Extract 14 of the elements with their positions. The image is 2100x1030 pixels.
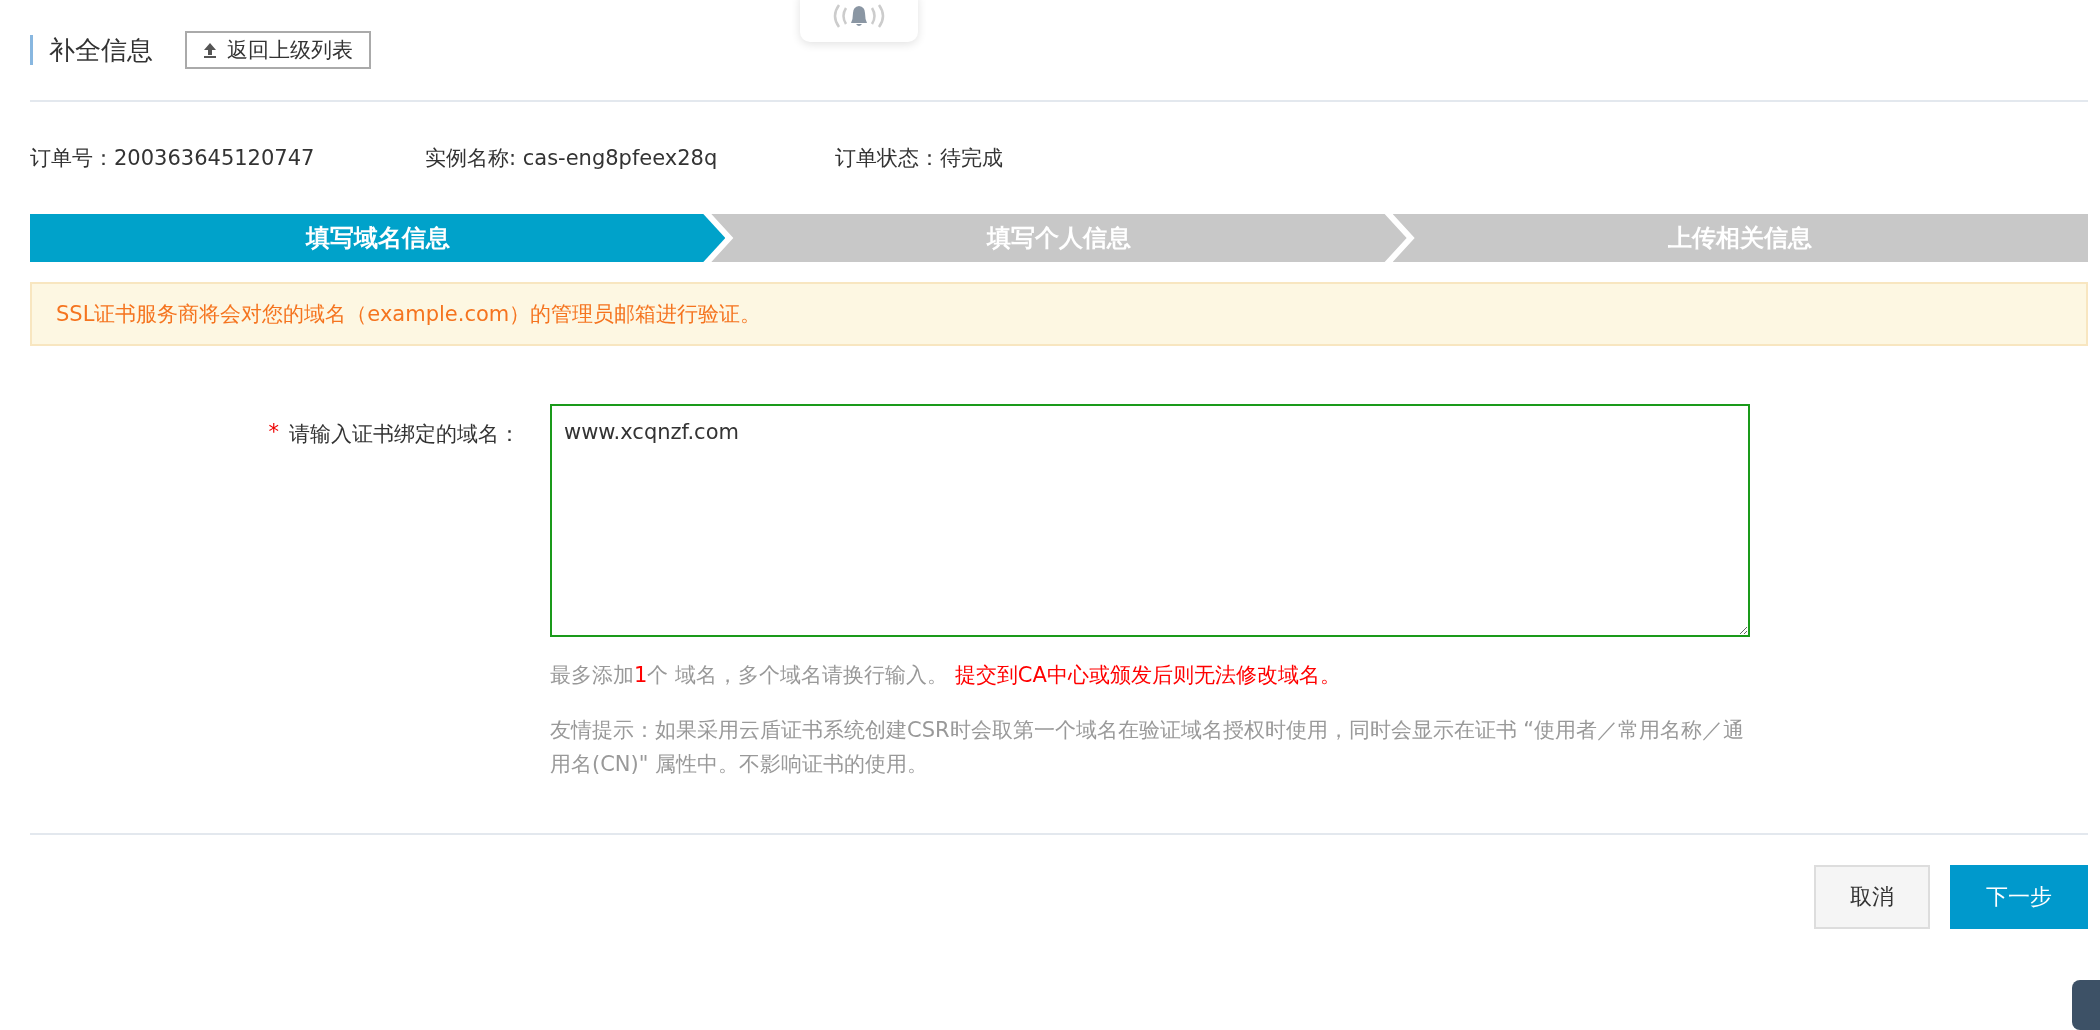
tip-text: 友情提示：如果采用云盾证书系统创建CSR时会取第一个域名在验证域名授权时使用，同时会显示在证书 “使用者／常用名称／通用名(CN)" 属性中。不影响证书的使用。	[550, 717, 1746, 778]
upload-arrow-icon	[203, 42, 217, 58]
required-mark: *	[268, 420, 279, 446]
field-label: 请输入证书绑定的域名：	[289, 421, 520, 448]
back-button[interactable]: 返回上级列表	[185, 31, 371, 69]
order-info-text: 订单号：200363645120747	[30, 145, 316, 172]
hint-text: 最多添加1个 域名，多个域名请换行输入。 提交到CA中心或颁发后则无法修改域名。	[550, 662, 1342, 689]
notification-widget[interactable]	[800, 0, 918, 42]
order-info-text: 实例名称: cas-eng8pfeex28q	[425, 145, 719, 172]
order-info-text: 订单状态：待完成	[835, 145, 1003, 172]
domain-field[interactable]: www.xcqnzf.com	[550, 404, 1750, 637]
alert-message: SSL证书服务商将会对您的域名（example.com）的管理员邮箱进行验证。	[30, 282, 2088, 346]
page-title: 补全信息	[30, 35, 153, 65]
cancel-button[interactable]: 取消	[1814, 865, 1930, 929]
